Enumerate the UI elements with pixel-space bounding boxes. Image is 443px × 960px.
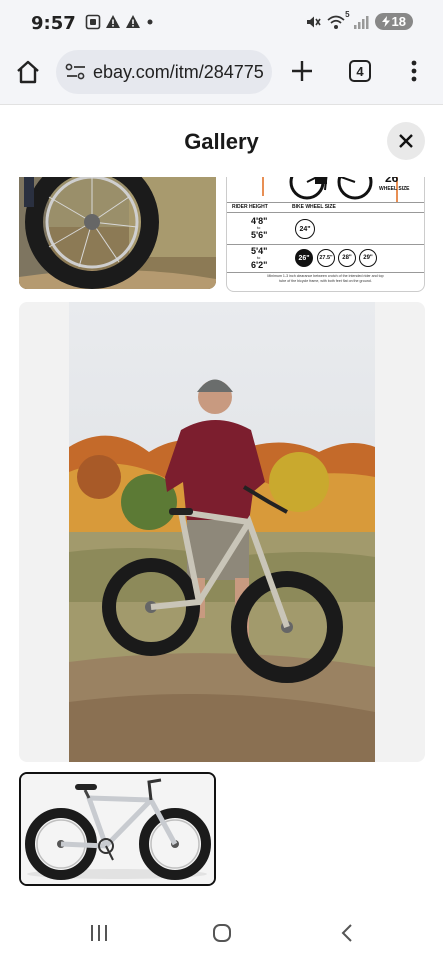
back-nav-button[interactable]: [337, 922, 359, 944]
gallery-grid: 26" WHEEL SIZE RIDER HEIGHT BIKE WHEEL S…: [0, 177, 443, 902]
size-chart-row: 5'4" to 6'2" 26" 27.5" 28" 29": [227, 244, 424, 273]
wifi-label: 5: [345, 9, 350, 19]
screenshot-icon: [85, 14, 101, 30]
mute-icon: [306, 16, 321, 27]
fat-bike-wheel-photo: [19, 177, 216, 289]
wheel-size-badge: 27.5": [317, 249, 335, 267]
more-vert-icon: [411, 60, 417, 82]
gallery-image-wheel-closeup[interactable]: [19, 177, 216, 289]
rider-with-fat-bike-photo: [69, 302, 375, 762]
col-bike-wheel-size: BIKE WHEEL SIZE: [292, 204, 336, 210]
dot-icon: [147, 19, 153, 25]
close-gallery-button[interactable]: [387, 122, 425, 160]
home-nav-button[interactable]: [211, 922, 233, 944]
site-settings-icon: [65, 63, 85, 80]
wheel-size-badge-selected: 26": [295, 249, 313, 267]
system-nav-bar: [0, 902, 443, 960]
close-icon: [399, 134, 413, 148]
signal-icon: [353, 15, 369, 29]
browser-toolbar: ebay.com/itm/284775 4: [0, 48, 443, 105]
gallery-title: Gallery: [184, 129, 259, 154]
size-chart-footnote: Minimum 1-3 inch clearance between crotc…: [267, 274, 384, 283]
silver-fat-bike-photo: [21, 774, 214, 884]
size-chart-row: 4'8" to 5'6" 24": [227, 212, 424, 245]
wheel-size-badge: 28": [338, 249, 356, 267]
home-icon: [17, 60, 39, 84]
plus-icon: [292, 61, 312, 81]
rider-height-max: 5'6": [251, 230, 268, 240]
wheel-size-value: 26": [385, 177, 405, 185]
col-rider-height: RIDER HEIGHT: [232, 204, 268, 210]
tab-switcher-button[interactable]: 4: [349, 60, 371, 82]
rider-height-max: 6'2": [251, 260, 268, 270]
warning-icon: [126, 15, 140, 28]
new-tab-button[interactable]: [289, 58, 315, 84]
url-text: ebay.com/itm/284775: [93, 62, 264, 82]
status-system-icons: 5 18: [305, 10, 413, 30]
recents-icon: [91, 925, 107, 941]
home-button[interactable]: [14, 58, 42, 86]
home-circle-icon: [213, 924, 231, 942]
gallery-image-rider[interactable]: [19, 302, 425, 762]
gallery-header: Gallery: [0, 105, 443, 177]
tab-count: 4: [356, 63, 364, 79]
status-bar: 9:57 5 18: [0, 0, 443, 48]
wifi-icon: 5: [326, 10, 350, 30]
gallery-image-silver-bike[interactable]: [19, 772, 216, 886]
battery-icon: 18: [374, 13, 413, 30]
warning-icon: [106, 15, 120, 28]
back-icon: [341, 924, 352, 942]
battery-level: 18: [391, 14, 406, 29]
wheel-size-badge: 24": [295, 219, 315, 239]
address-bar[interactable]: ebay.com/itm/284775: [56, 50, 272, 94]
status-notification-icons: [85, 14, 155, 30]
browser-menu-button[interactable]: [404, 58, 424, 84]
wheel-size-badge: 29": [359, 249, 377, 267]
gallery-image-size-chart[interactable]: 26" WHEEL SIZE RIDER HEIGHT BIKE WHEEL S…: [226, 177, 425, 292]
recent-apps-button[interactable]: [88, 922, 110, 944]
status-time: 9:57: [31, 13, 76, 34]
wheel-size-label: WHEEL SIZE: [379, 186, 410, 192]
